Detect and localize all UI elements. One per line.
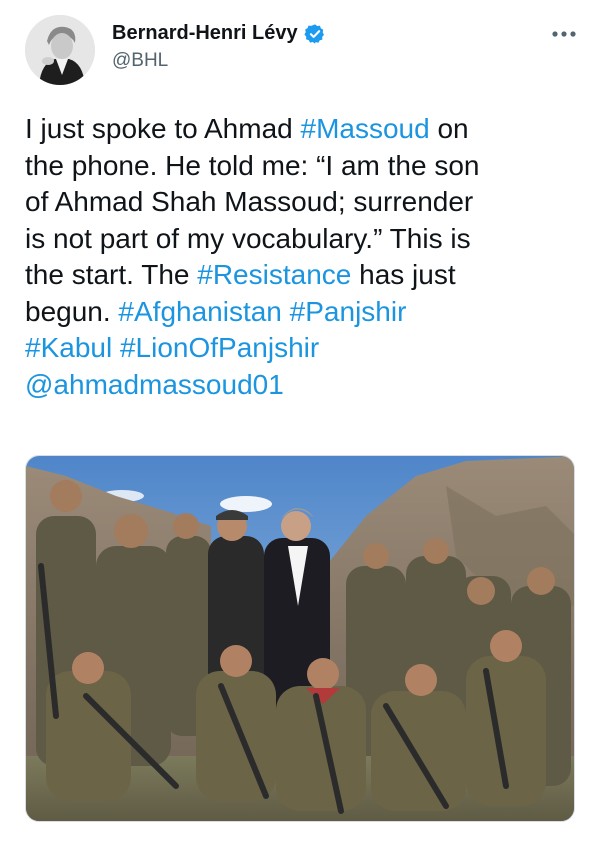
tweet-text-line: begun. #Afghanistan #Panjshir [25,294,585,331]
tweet-photo[interactable] [25,455,575,822]
author-handle[interactable]: @BHL [112,50,168,72]
hashtag-link[interactable]: #Resistance [197,259,351,290]
hashtag-link[interactable]: #LionOfPanjshir [120,332,319,363]
verified-badge-icon [304,23,324,44]
tweet-text-segment [112,332,120,363]
tweet-text-segment: the start. The [25,259,198,290]
author-display-name[interactable]: Bernard-Henri Lévy [112,22,298,45]
tweet-text-line: the start. The #Resistance has just [25,257,585,294]
tweet-text-segment: on [429,113,469,144]
author-name-row: Bernard-Henri Lévy [112,22,326,45]
tweet-text-segment: I just spoke to Ahmad [25,113,301,144]
hashtag-link[interactable]: #Panjshir [290,296,407,327]
group-photo-image [26,456,574,821]
tweet-text-segment: begun. [25,295,119,327]
tweet-text: I just spoke to Ahmad #Massoud on the pho… [25,111,585,403]
author-avatar[interactable] [25,15,95,85]
mention-link[interactable]: @ahmadmassoud01 [25,369,284,400]
hashtag-link[interactable]: #Afghanistan [118,296,281,327]
tweet-card: Bernard-Henri Lévy @BHL I just spoke to … [0,0,600,841]
tweet-text-line: @ahmadmassoud01 [25,367,585,404]
more-options-icon[interactable] [548,24,580,44]
tweet-text-line: #Kabul #LionOfPanjshir [25,330,585,367]
tweet-text-line: is not part of my vocabulary.” This is [25,221,585,258]
tweet-text-segment: has just [351,259,456,290]
tweet-text-segment: the phone. He told me: “I am the son [25,149,480,181]
hashtag-link[interactable]: #Kabul [25,332,112,363]
tweet-text-line: of Ahmad Shah Massoud; surrender [25,184,585,221]
tweet-text-segment: of Ahmad Shah Massoud; surrender [25,186,474,217]
tweet-text-line: I just spoke to Ahmad #Massoud on [25,111,585,148]
hashtag-link[interactable]: #Massoud [301,113,430,144]
tweet-text-segment: is not part of my vocabulary.” This is [25,222,471,254]
tweet-text-segment [282,296,290,327]
tweet-text-line: the phone. He told me: “I am the son [25,148,585,185]
